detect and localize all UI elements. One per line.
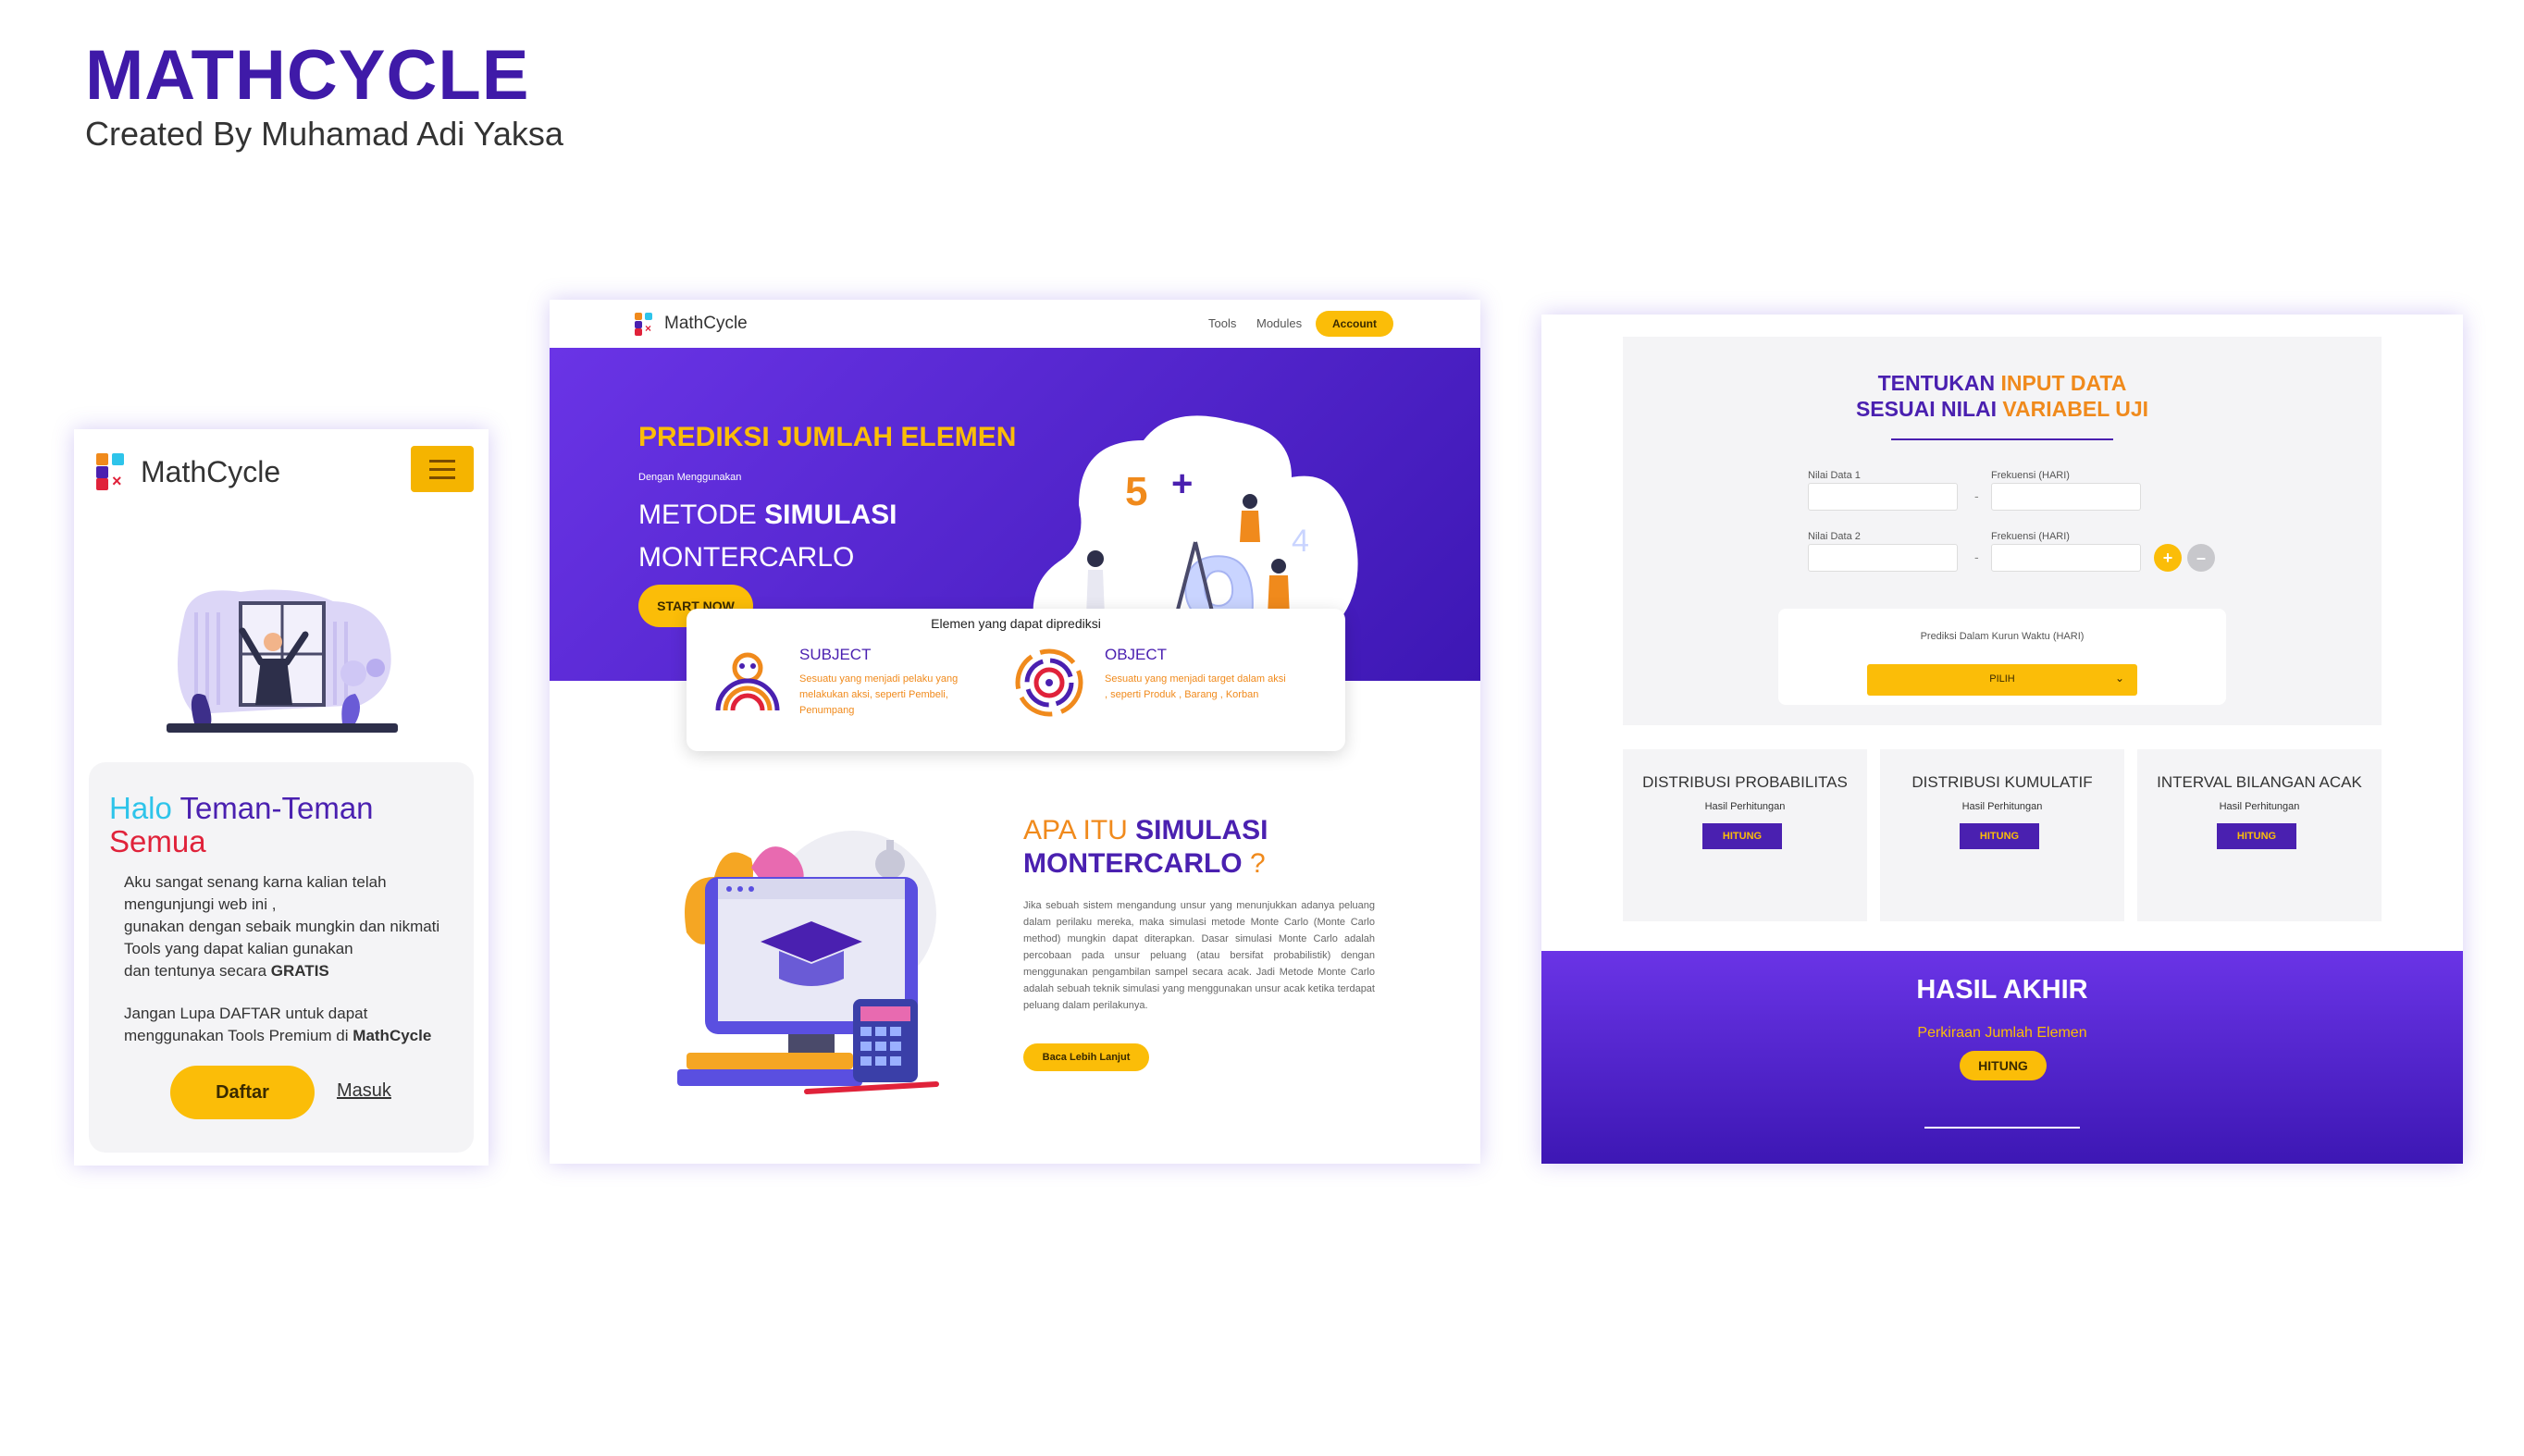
welcome-line: mengunjungi web ini ,: [124, 895, 277, 913]
card-subtitle: Hasil Perhitungan: [1961, 801, 2043, 812]
greeting-halo: Halo: [109, 791, 172, 825]
card-subtitle: Hasil Perhitungan: [2219, 801, 2300, 812]
top-navbar: × MathCycle Tools Modules Account: [550, 300, 1480, 348]
welcome-illustration: [167, 589, 398, 733]
subject-title: SUBJECT: [799, 646, 872, 663]
period-select[interactable]: PILIH ⌄: [1867, 664, 2137, 696]
welcome-line: Aku sangat senang karna kalian telah: [124, 873, 387, 891]
svg-text:+: +: [1171, 463, 1193, 504]
nilai-data-1-label: Nilai Data 1: [1808, 470, 1861, 481]
add-row-button[interactable]: +: [2154, 544, 2182, 572]
hasil-akhir-title: HASIL AKHIR: [1916, 975, 2088, 1005]
calculator-screen: TENTUKAN INPUT DATA SESUAI NILAI VARIABE…: [1541, 315, 2463, 1164]
reminder-line: menggunakan Tools Premium di MathCycle: [124, 1027, 432, 1044]
distribusi-probabilitas-card: DISTRIBUSI PROBABILITAS Hasil Perhitunga…: [1623, 749, 1867, 921]
row-separator: -: [1974, 488, 1979, 503]
object-text: Sesuatu yang menjadi target dalam aksi ,…: [1105, 673, 1286, 700]
card-subtitle: Hasil Perhitungan: [1704, 801, 1786, 812]
subject-icon: [715, 652, 780, 711]
nilai-data-2-label: Nilai Data 2: [1808, 531, 1861, 542]
reminder-text: Jangan Lupa DAFTAR untuk dapat menggunak…: [124, 1003, 457, 1047]
svg-text:5: 5: [1125, 469, 1147, 514]
gratis-text: GRATIS: [270, 962, 329, 980]
mobile-logo[interactable]: × MathCycle: [96, 453, 280, 490]
welcome-line: dan tentunya secara GRATIS: [124, 962, 329, 980]
prediction-period-label: Prediksi Dalam Kurun Waktu (HARI): [1920, 631, 2085, 642]
hitung-kumulatif-button[interactable]: HITUNG: [1960, 823, 2039, 849]
mathcycle-logo-icon: ×: [635, 313, 655, 336]
section2-heading: APA ITU SIMULASI MONTERCARLO ?: [1023, 815, 1268, 879]
nilai-data-2-input[interactable]: [1808, 544, 1958, 572]
hasil-akhir-subtitle: Perkiraan Jumlah Elemen: [1917, 1025, 2087, 1041]
input-heading: TENTUKAN INPUT DATA SESUAI NILAI VARIABE…: [1855, 371, 2149, 421]
welcome-line: Tools yang dapat kalian gunakan: [124, 940, 353, 957]
final-result-section: HASIL AKHIR Perkiraan Jumlah Elemen HITU…: [1541, 951, 2463, 1164]
hitung-hasil-button[interactable]: HITUNG: [1960, 1051, 2047, 1080]
landing-logo[interactable]: × MathCycle: [635, 313, 748, 336]
hero-small-text: Dengan Menggunakan: [638, 472, 742, 483]
hero-headline: PREDIKSI JUMLAH ELEMEN: [638, 422, 1017, 452]
prediction-period-card: Prediksi Dalam Kurun Waktu (HARI) PILIH …: [1778, 609, 2226, 705]
nilai-data-1-input[interactable]: [1808, 483, 1958, 511]
object-title: OBJECT: [1105, 646, 1168, 663]
reminder-line: Jangan Lupa DAFTAR untuk dapat: [124, 1005, 368, 1022]
frekuensi-2-label: Frekuensi (HARI): [1991, 531, 2070, 542]
masuk-link[interactable]: Masuk: [337, 1080, 391, 1102]
row-separator: -: [1974, 549, 1979, 564]
hitung-interval-button[interactable]: HITUNG: [2217, 823, 2296, 849]
heading-divider: [1891, 438, 2113, 440]
greeting-heading: Halo Teman-Teman Semua: [109, 792, 424, 858]
montecarlo-paragraph: Jika sebuah sistem mengandung unsur yang…: [1023, 900, 1375, 1011]
page-title: MATHCYCLE: [85, 36, 530, 115]
card-title: Elemen yang dapat diprediksi: [931, 616, 1101, 631]
card-title: DISTRIBUSI PROBABILITAS: [1642, 773, 1848, 791]
education-illustration: [677, 831, 939, 1094]
welcome-line: gunakan dengan sebaik mungkin dan nikmat…: [124, 918, 440, 935]
card-title: INTERVAL BILANGAN ACAK: [2157, 773, 2362, 791]
frekuensi-2-input[interactable]: [1991, 544, 2141, 572]
hero-simulasi: SIMULASI: [764, 500, 897, 530]
page-subtitle: Created By Muhamad Adi Yaksa: [85, 115, 563, 153]
chevron-down-icon: ⌄: [2114, 672, 2124, 685]
nav-modules[interactable]: Modules: [1256, 316, 1302, 330]
remove-row-button[interactable]: –: [2187, 544, 2215, 572]
daftar-button[interactable]: Daftar: [170, 1066, 315, 1119]
hero-method: METODE SIMULASI MONTERCARLO: [638, 500, 897, 573]
predictable-elements-card: Elemen yang dapat diprediksi SUBJECT Ses…: [687, 609, 1345, 751]
hitung-probabilitas-button[interactable]: HITUNG: [1702, 823, 1782, 849]
greeting-semua: Semua: [109, 824, 206, 858]
welcome-text: Aku sangat senang karna kalian telah men…: [124, 871, 457, 982]
nav-tools[interactable]: Tools: [1208, 316, 1236, 330]
landing-screen: × MathCycle Tools Modules Account PREDIK…: [550, 300, 1480, 1164]
frekuensi-1-label: Frekuensi (HARI): [1991, 470, 2070, 481]
object-target-icon: [1015, 648, 1083, 717]
result-underline: [1924, 1127, 2080, 1129]
hamburger-menu-icon[interactable]: [411, 446, 474, 492]
read-more-button[interactable]: Baca Lebih Lanjut: [1023, 1043, 1149, 1071]
input-section: TENTUKAN INPUT DATA SESUAI NILAI VARIABE…: [1623, 337, 2382, 725]
distribusi-kumulatif-card: DISTRIBUSI KUMULATIF Hasil Perhitungan H…: [1880, 749, 2124, 921]
mobile-screen: × MathCycle Halo Teman-Teman Semua Aku s…: [74, 429, 489, 1166]
greeting-teman: Teman-Teman: [179, 791, 374, 825]
landing-brand: MathCycle: [664, 314, 748, 333]
svg-text:4: 4: [1292, 524, 1309, 559]
hero-montercarlo: MONTERCARLO: [638, 542, 855, 573]
frekuensi-1-input[interactable]: [1991, 483, 2141, 511]
card-title: DISTRIBUSI KUMULATIF: [1912, 773, 2093, 791]
mobile-brand: MathCycle: [141, 454, 281, 488]
interval-bilangan-acak-card: INTERVAL BILANGAN ACAK Hasil Perhitungan…: [2137, 749, 2382, 921]
mathcycle-logo-icon: ×: [96, 453, 128, 490]
account-button[interactable]: Account: [1316, 311, 1393, 337]
reminder-brand: MathCycle: [353, 1027, 432, 1044]
subject-text: Sesuatu yang menjadi pelaku yang melakuk…: [799, 673, 959, 716]
